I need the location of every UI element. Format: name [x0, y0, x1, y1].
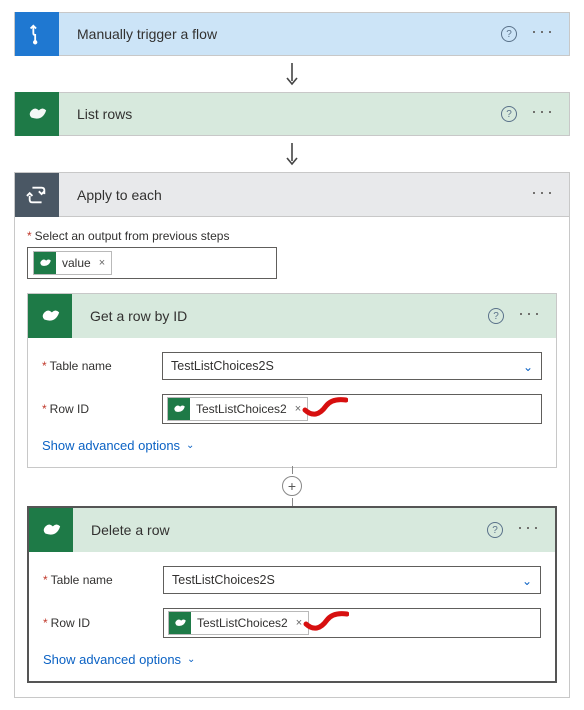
table-name-label: *Table name [43, 573, 163, 587]
more-icon[interactable]: ··· [517, 522, 541, 538]
chevron-down-icon: ⌄ [522, 574, 532, 588]
token-label: TestListChoices2 [196, 402, 287, 416]
token-label: value [62, 256, 91, 270]
row-id-input[interactable]: TestListChoices2 × [163, 608, 541, 638]
show-advanced-link[interactable]: Show advanced options⌄ [42, 438, 542, 453]
get-row-card: Get a row by ID ? ··· *Table name TestLi… [27, 293, 557, 468]
dataverse-icon [29, 508, 73, 552]
apply-to-each-title: Apply to each [59, 187, 531, 203]
select-output-input[interactable]: value × [27, 247, 277, 279]
list-rows-title: List rows [59, 106, 501, 122]
token-label: TestListChoices2 [197, 616, 288, 630]
more-icon[interactable]: ··· [518, 308, 542, 324]
table-name-value: TestListChoices2S [171, 359, 274, 373]
apply-to-each-header[interactable]: Apply to each ··· [15, 173, 569, 217]
loop-icon [15, 173, 59, 217]
flow-arrow [14, 136, 570, 172]
row-id-input[interactable]: TestListChoices2 × [162, 394, 542, 424]
table-name-select[interactable]: TestListChoices2S ⌄ [163, 566, 541, 594]
delete-row-header[interactable]: Delete a row ? ··· [29, 508, 555, 552]
help-icon[interactable]: ? [487, 522, 503, 538]
table-name-label: *Table name [42, 359, 162, 373]
apply-to-each-container: Apply to each ··· *Select an output from… [14, 172, 570, 698]
more-icon[interactable]: ··· [531, 106, 555, 122]
select-output-label: *Select an output from previous steps [27, 229, 557, 243]
add-step-button[interactable]: + [282, 476, 302, 496]
insert-step: + [27, 474, 557, 498]
more-icon[interactable]: ··· [531, 187, 555, 203]
get-row-title: Get a row by ID [72, 308, 488, 324]
chevron-down-icon: ⌄ [523, 360, 533, 374]
token-remove-icon[interactable]: × [97, 257, 105, 269]
token-value[interactable]: value × [33, 251, 112, 275]
row-id-label: *Row ID [42, 402, 162, 416]
table-name-select[interactable]: TestListChoices2S ⌄ [162, 352, 542, 380]
help-icon[interactable]: ? [501, 106, 517, 122]
more-icon[interactable]: ··· [531, 26, 555, 42]
dataverse-icon [15, 92, 59, 136]
help-icon[interactable]: ? [501, 26, 517, 42]
chevron-down-icon: ⌄ [186, 440, 194, 451]
get-row-header[interactable]: Get a row by ID ? ··· [28, 294, 556, 338]
delete-row-card: Delete a row ? ··· *Table name TestListC… [27, 506, 557, 683]
list-rows-card[interactable]: List rows ? ··· [14, 92, 570, 136]
trigger-title: Manually trigger a flow [59, 26, 501, 42]
delete-row-title: Delete a row [73, 522, 487, 538]
row-id-label: *Row ID [43, 616, 163, 630]
token-rowid[interactable]: TestListChoices2 × [168, 611, 309, 635]
trigger-card[interactable]: Manually trigger a flow ? ··· [14, 12, 570, 56]
dataverse-icon [28, 294, 72, 338]
token-remove-icon[interactable]: × [293, 403, 301, 415]
flow-arrow [14, 56, 570, 92]
token-remove-icon[interactable]: × [294, 617, 302, 629]
trigger-icon [15, 12, 59, 56]
table-name-value: TestListChoices2S [172, 573, 275, 587]
token-rowid[interactable]: TestListChoices2 × [167, 397, 308, 421]
help-icon[interactable]: ? [488, 308, 504, 324]
